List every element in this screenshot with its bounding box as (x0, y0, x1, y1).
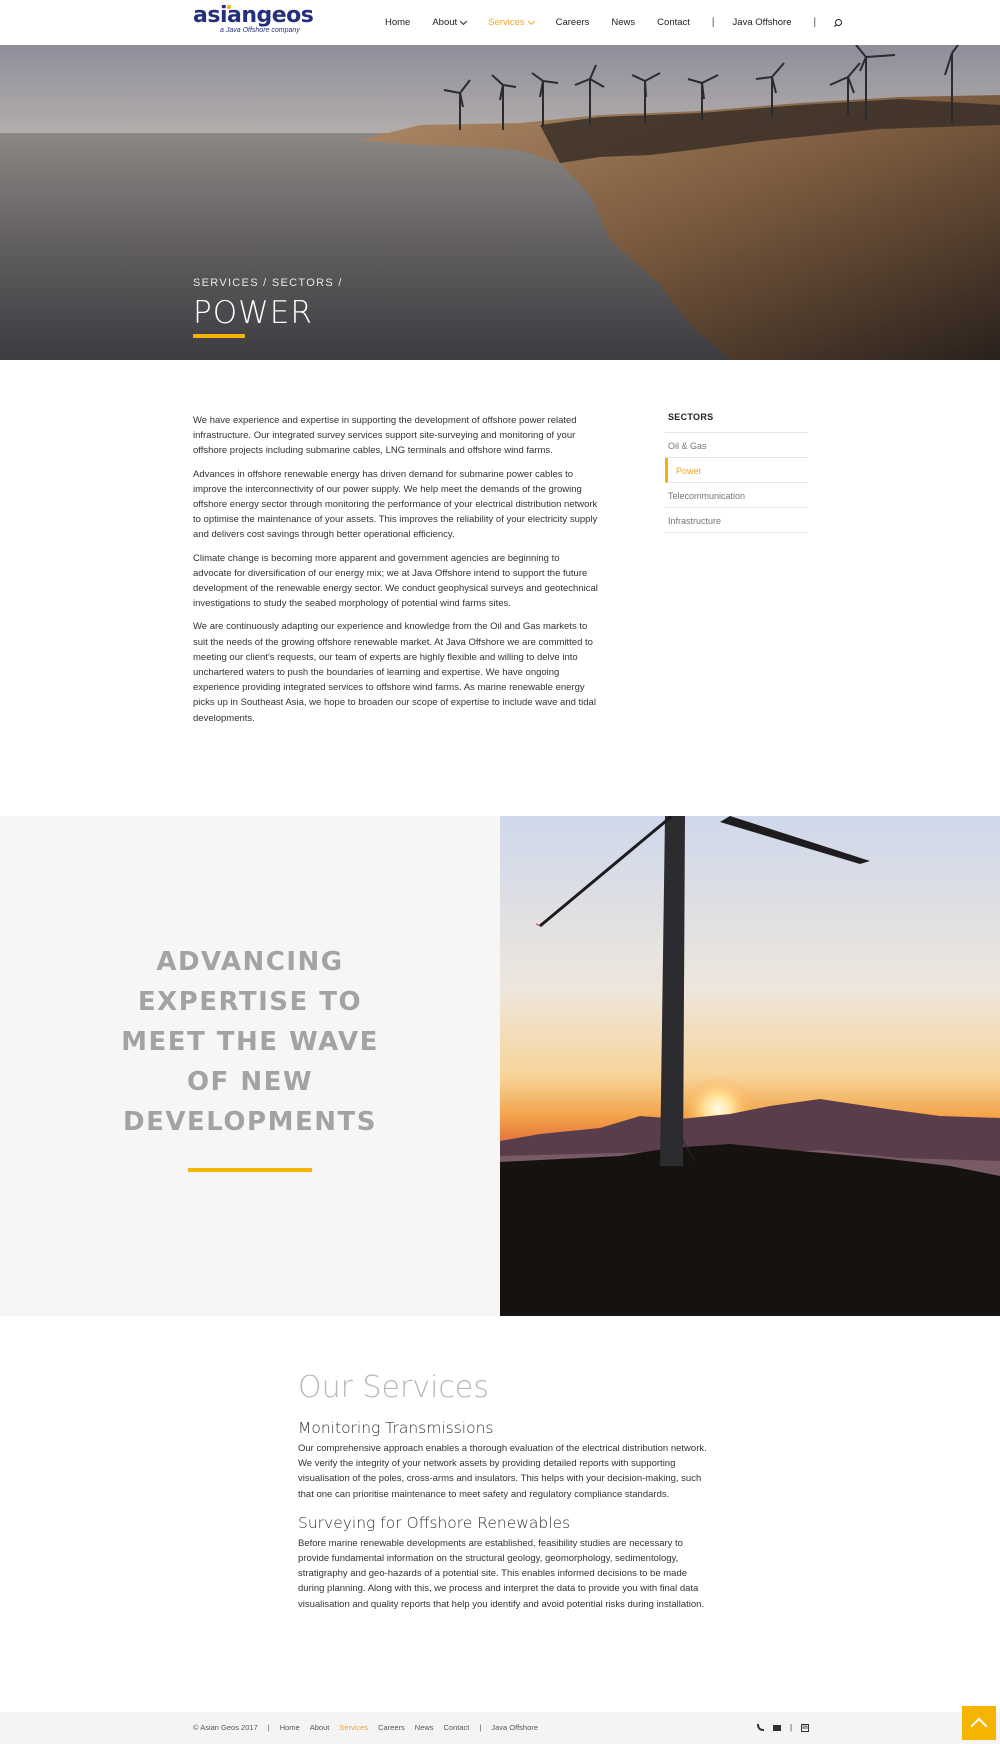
content-paragraph: We have experience and expertise in supp… (193, 415, 577, 457)
footer-social: | in (757, 1723, 818, 1732)
nav-services[interactable]: Services (488, 17, 535, 28)
footer-link-news[interactable]: News (415, 1723, 434, 1732)
hero-image (0, 45, 1000, 360)
chevron-down-icon (460, 17, 468, 25)
breadcrumb[interactable]: SERVICES / SECTORS / (193, 277, 343, 289)
nav-home[interactable]: Home (385, 17, 410, 28)
turbine-sunset-image (500, 816, 1000, 1316)
service-heading: Monitoring Transmissions (298, 1419, 494, 1437)
nav-separator: | (711, 17, 715, 28)
nav-news[interactable]: News (611, 17, 635, 28)
footer-separator: | (479, 1723, 482, 1732)
site-header: asiangeos a Java Offshore company Home A… (0, 0, 1000, 45)
chevron-down-icon (527, 17, 535, 25)
main-content: We have experience and expertise in supp… (193, 413, 598, 734)
logo-wordmark: asiangeos (193, 3, 314, 28)
footer-separator: | (267, 1723, 270, 1732)
feature-panel: ADVANCING EXPERTISE TO MEET THE WAVE OF … (0, 816, 500, 1316)
service-text: Our comprehensive approach enables a tho… (298, 1443, 707, 1500)
services-title: Our Services (298, 1370, 490, 1405)
service-heading: Surveying for Offshore Renewables (298, 1513, 571, 1532)
feature-image (500, 816, 1000, 1316)
services-section: Our Services Monitoring Transmissions Ou… (298, 1370, 708, 1624)
footer-separator: | (790, 1723, 793, 1732)
nav-about[interactable]: About (432, 17, 468, 28)
content-paragraph: Climate change is becoming more apparent… (193, 552, 598, 610)
sector-item-telecommunication[interactable]: Telecommunication (665, 483, 808, 508)
content-paragraph: We are continuously adapting our experie… (193, 621, 596, 724)
mail-icon[interactable] (773, 1725, 781, 1731)
sectors-title: SECTORS (665, 410, 808, 433)
sectors-sidebar: SECTORS Oil & Gas Power Telecommunicatio… (665, 410, 808, 533)
main-nav: Home About Services Careers News Contact… (385, 0, 843, 45)
footer-link-services[interactable]: Services (339, 1723, 368, 1732)
footer-nav: © Asian Geos 2017 | Home About Services … (193, 1723, 548, 1732)
feature-heading: ADVANCING EXPERTISE TO MEET THE WAVE OF … (121, 947, 379, 1137)
service-text: Before marine renewable developments are… (298, 1537, 705, 1610)
feature-underline (188, 1168, 312, 1172)
footer-link-home[interactable]: Home (280, 1723, 300, 1732)
logo-dot (227, 5, 231, 9)
back-to-top-button[interactable] (962, 1706, 996, 1740)
page-title: POWER (193, 295, 313, 331)
site-footer: © Asian Geos 2017 | Home About Services … (0, 1712, 1000, 1744)
footer-link-contact[interactable]: Contact (444, 1723, 470, 1732)
phone-icon[interactable] (757, 1724, 764, 1731)
nav-contact[interactable]: Contact (657, 17, 690, 28)
footer-copyright: © Asian Geos 2017 (193, 1723, 258, 1732)
title-underline (193, 334, 245, 338)
sector-item-oil-gas[interactable]: Oil & Gas (665, 433, 808, 458)
footer-link-java-offshore[interactable]: Java Offshore (491, 1723, 538, 1732)
sector-item-infrastructure[interactable]: Infrastructure (665, 508, 808, 533)
hero-banner: SERVICES / SECTORS / POWER (0, 45, 1000, 360)
nav-java-offshore[interactable]: Java Offshore (733, 17, 792, 28)
content-paragraph: Advances in offshore renewable energy ha… (193, 468, 598, 541)
logo-tagline: a Java Offshore company (220, 27, 300, 34)
site-logo[interactable]: asiangeos a Java Offshore company (193, 3, 314, 42)
linkedin-icon[interactable]: in (801, 1723, 810, 1732)
footer-link-careers[interactable]: Careers (378, 1723, 405, 1732)
nav-separator: | (813, 17, 817, 28)
sector-item-power[interactable]: Power (665, 458, 808, 483)
search-icon[interactable] (834, 18, 843, 27)
nav-careers[interactable]: Careers (556, 17, 590, 28)
footer-link-about[interactable]: About (310, 1723, 330, 1732)
